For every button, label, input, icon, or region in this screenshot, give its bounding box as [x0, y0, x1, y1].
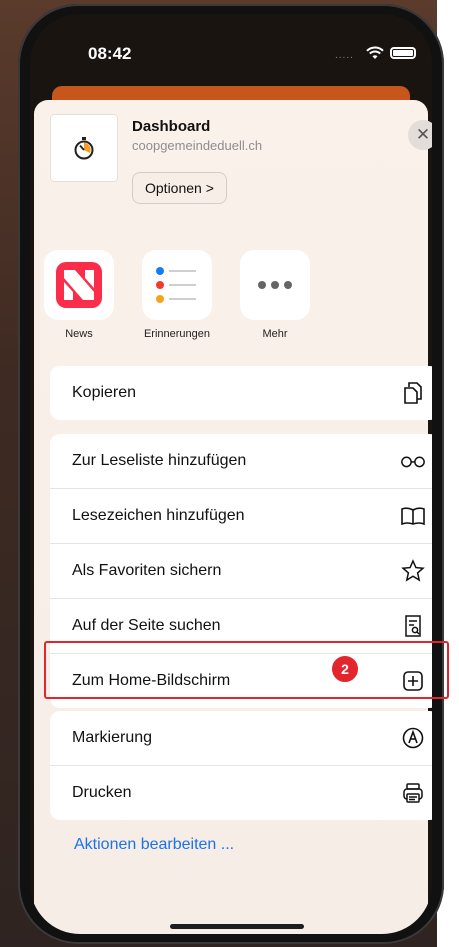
- printer-icon: [400, 780, 426, 806]
- page-url: coopgemeindeduell.ch: [132, 138, 263, 153]
- home-indicator[interactable]: [170, 924, 304, 929]
- status-time: 08:42: [88, 44, 132, 63]
- find-on-page-icon: [400, 613, 426, 639]
- edit-actions-link[interactable]: Aktionen bearbeiten ...: [74, 836, 234, 854]
- step-highlight-frame: [44, 641, 449, 699]
- markup-icon: [400, 725, 426, 751]
- page-title: Dashboard: [132, 118, 211, 135]
- action-label: Auf der Seite suchen: [72, 617, 221, 634]
- star-icon: [400, 558, 426, 584]
- status-bar: 08:42 .....: [30, 14, 432, 84]
- glasses-icon: [400, 448, 426, 474]
- app-more[interactable]: Mehr: [240, 250, 310, 340]
- reminders-app-icon: [142, 250, 212, 320]
- action-print[interactable]: Drucken: [50, 766, 432, 820]
- cellular-dots: .....: [335, 50, 354, 61]
- close-button[interactable]: ✕: [408, 120, 432, 150]
- app-label-news: News: [65, 328, 93, 340]
- action-label: Markierung: [72, 729, 153, 746]
- action-copy[interactable]: Kopieren: [50, 366, 432, 420]
- action-label: Als Favoriten sichern: [72, 562, 222, 579]
- action-label: Zur Leseliste hinzufügen: [72, 452, 247, 469]
- copy-icon: [400, 380, 426, 406]
- action-bookmark[interactable]: Lesezeichen hinzufügen: [50, 489, 432, 544]
- action-reading-list[interactable]: Zur Leseliste hinzufügen: [50, 434, 432, 489]
- book-icon: [400, 503, 426, 529]
- action-label: Kopieren: [72, 384, 137, 401]
- wifi-icon: [366, 46, 384, 59]
- action-label: Lesezeichen hinzufügen: [72, 507, 245, 524]
- phone-frame: 08:42 ..... Dashboard coopgemeindeduell.…: [18, 4, 444, 944]
- stopwatch-icon: [50, 114, 118, 182]
- close-icon: ✕: [415, 125, 431, 144]
- action-group-tools: Markierung Drucken: [50, 711, 432, 820]
- app-news[interactable]: News: [44, 250, 114, 340]
- action-favorite[interactable]: Als Favoriten sichern: [50, 544, 432, 599]
- action-markup[interactable]: Markierung: [50, 711, 432, 766]
- action-group-copy: Kopieren: [50, 366, 432, 420]
- app-label-more: Mehr: [262, 328, 288, 340]
- more-apps-icon: [240, 250, 310, 320]
- battery-icon: [390, 47, 416, 59]
- step-badge: 2: [330, 654, 360, 684]
- phone-screen: 08:42 ..... Dashboard coopgemeindeduell.…: [30, 14, 432, 934]
- options-button[interactable]: Optionen >: [132, 172, 227, 204]
- news-app-icon: [44, 250, 114, 320]
- action-label: Drucken: [72, 784, 132, 801]
- app-label-reminders: Erinnerungen: [143, 328, 211, 340]
- app-reminders[interactable]: Erinnerungen: [142, 250, 212, 340]
